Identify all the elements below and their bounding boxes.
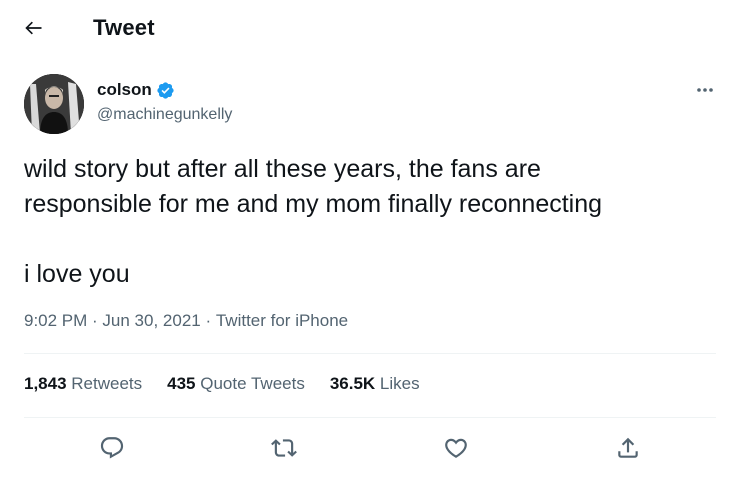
retweets-stat[interactable]: 1,843 Retweets: [24, 374, 142, 394]
retweets-label: Retweets: [66, 374, 143, 393]
reply-icon: [100, 437, 124, 459]
tweet-metadata: 9:02 PM · Jun 30, 2021 · Twitter for iPh…: [24, 311, 348, 331]
divider: [24, 417, 716, 418]
avatar[interactable]: [24, 74, 84, 134]
page-title: Tweet: [93, 15, 155, 40]
likes-label: Likes: [375, 374, 420, 393]
like-button[interactable]: [440, 432, 472, 464]
more-options-button[interactable]: [690, 78, 720, 102]
share-button[interactable]: [612, 432, 644, 464]
tweet-text: wild story but after all these years, th…: [24, 155, 603, 288]
author-name-row: colson: [97, 80, 175, 100]
top-bar: Tweet: [0, 0, 730, 56]
engagement-stats: 1,843 Retweets 435 Quote Tweets 36.5K Li…: [24, 374, 445, 394]
tweet-date[interactable]: Jun 30, 2021: [102, 311, 200, 331]
meta-separator: ·: [87, 311, 103, 330]
back-button[interactable]: [20, 14, 48, 42]
profile-photo: [24, 74, 84, 134]
verified-badge-icon: [156, 81, 175, 100]
likes-count: 36.5K: [329, 374, 376, 393]
back-arrow-icon: [25, 21, 42, 35]
tweet-time[interactable]: 9:02 PM: [24, 311, 87, 331]
meta-separator: ·: [200, 311, 216, 330]
retweet-button[interactable]: [268, 432, 300, 464]
quotes-label: Quote Tweets: [195, 374, 305, 393]
quotes-count: 435: [167, 374, 196, 393]
author-display-name[interactable]: colson: [97, 80, 152, 100]
likes-stat[interactable]: 36.5K Likes: [330, 374, 420, 394]
more-icon: [697, 88, 713, 92]
retweet-icon: [271, 439, 297, 457]
author-handle[interactable]: @machinegunkelly: [97, 106, 232, 124]
divider: [24, 353, 716, 354]
retweets-count: 1,843: [24, 374, 67, 393]
reply-button[interactable]: [96, 432, 128, 464]
tweet-source[interactable]: Twitter for iPhone: [216, 311, 348, 331]
tweet-action-bar: [0, 428, 730, 468]
share-icon: [618, 437, 638, 458]
quote-tweets-stat[interactable]: 435 Quote Tweets: [167, 374, 305, 394]
like-icon: [445, 438, 467, 458]
